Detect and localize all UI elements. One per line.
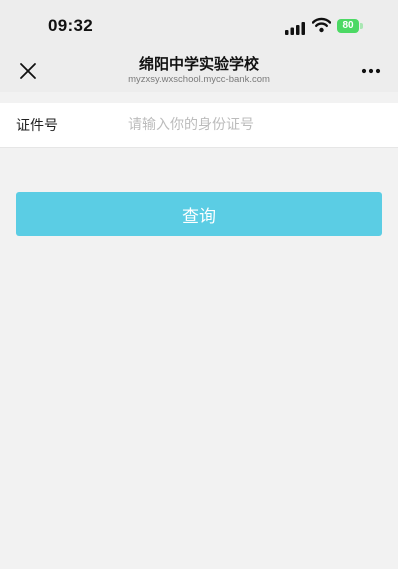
id-number-row: 证件号 — [0, 103, 398, 148]
id-number-input[interactable] — [120, 111, 398, 139]
page-url: myzxsy.wxschool.mycc-bank.com — [128, 74, 270, 85]
nav-title-group: 绵阳中学实验学校 myzxsy.wxschool.mycc-bank.com — [60, 54, 338, 86]
query-button[interactable]: 查询 — [16, 192, 382, 236]
status-bar: 09:32 80 — [0, 0, 398, 50]
cellular-signal-icon — [285, 20, 307, 39]
close-icon[interactable] — [15, 58, 41, 84]
battery-icon: 80 — [337, 19, 363, 33]
id-number-label: 证件号 — [16, 118, 58, 134]
wifi-icon — [311, 17, 332, 37]
page-title: 绵阳中学实验学校 — [138, 55, 259, 73]
status-time: 09:32 — [48, 16, 93, 35]
battery-level: 80 — [342, 20, 354, 31]
more-icon[interactable] — [358, 62, 384, 80]
nav-bar: 绵阳中学实验学校 myzxsy.wxschool.mycc-bank.com — [0, 50, 398, 92]
